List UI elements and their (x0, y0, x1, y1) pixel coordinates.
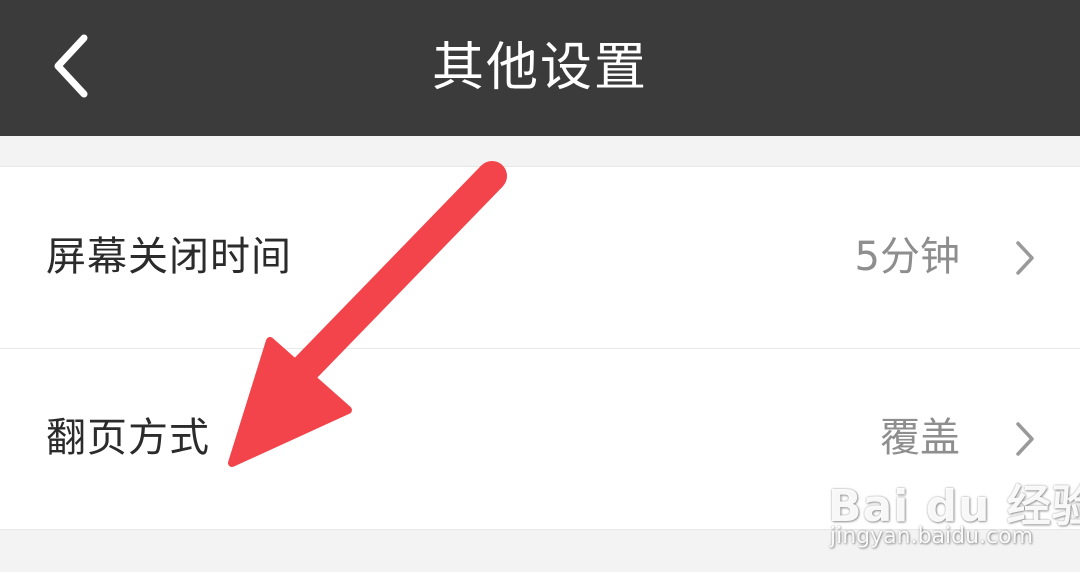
back-button[interactable] (40, 28, 110, 104)
top-navigation-bar: 其他设置 (0, 0, 1080, 136)
settings-list: 屏幕关闭时间 5分钟 翻页方式 覆盖 (0, 166, 1080, 530)
setting-label: 屏幕关闭时间 (46, 234, 292, 280)
page-title: 其他设置 (431, 38, 648, 98)
settings-row-page-turn-mode[interactable]: 翻页方式 覆盖 (0, 348, 1080, 529)
chevron-left-icon (54, 34, 88, 98)
setting-label: 翻页方式 (46, 415, 210, 461)
settings-screen: 其他设置 屏幕关闭时间 5分钟 翻页方式 覆盖 Bai du 经验 jingya… (0, 0, 1080, 572)
setting-value: 覆盖 (880, 415, 960, 461)
settings-row-screen-off-time[interactable]: 屏幕关闭时间 5分钟 (0, 167, 1080, 348)
setting-value: 5分钟 (854, 234, 960, 280)
chevron-right-icon (1016, 241, 1034, 275)
chevron-right-icon (1016, 422, 1034, 456)
